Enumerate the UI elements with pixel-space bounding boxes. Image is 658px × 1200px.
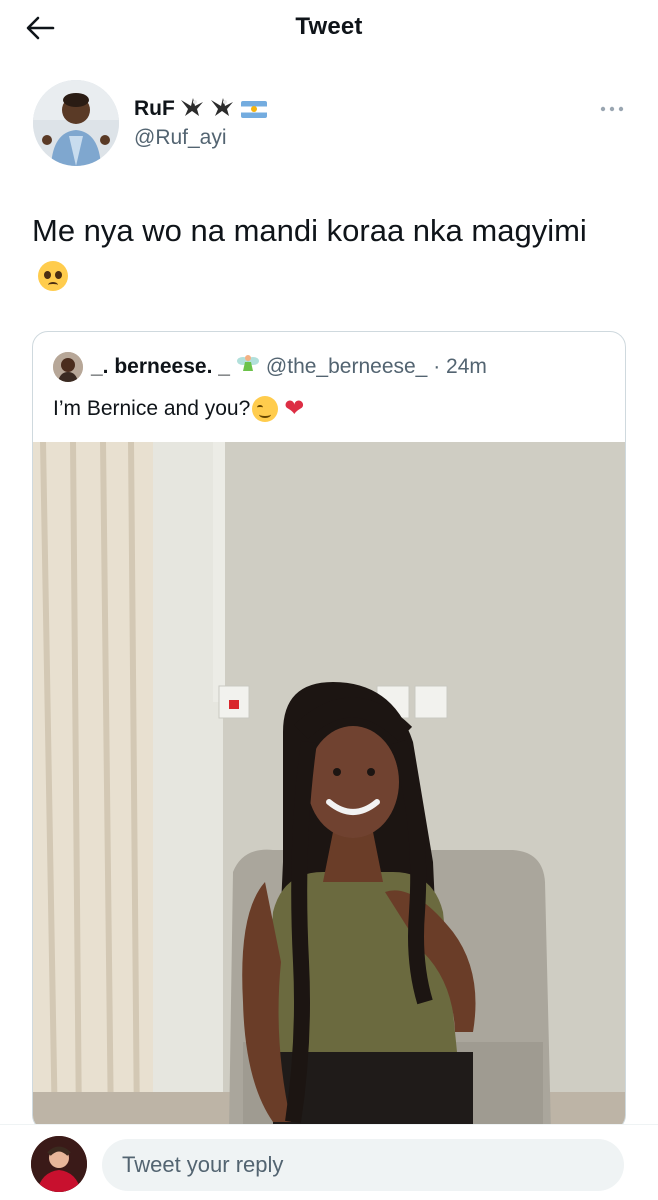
fairy-emoji bbox=[236, 352, 260, 382]
quoted-tweet-photo[interactable] bbox=[33, 442, 625, 1130]
eagle-icon bbox=[179, 96, 205, 122]
user-avatar[interactable] bbox=[31, 1136, 87, 1192]
quoted-tweet-text: I’m Bernice and you? ❤ bbox=[53, 396, 304, 422]
pleading-face-emoji bbox=[38, 261, 68, 291]
argentina-flag-icon bbox=[240, 100, 267, 118]
quoted-author-name[interactable]: _. berneese. _ bbox=[91, 355, 230, 379]
tweet-text: Me nya wo na mandi koraa nka magyimi bbox=[32, 208, 622, 300]
quoted-tweet-header: _. berneese. _ @the_berneese_ · 24m bbox=[53, 352, 487, 382]
quoted-tweet-body: I’m Bernice and you? bbox=[53, 397, 251, 420]
reply-bar bbox=[0, 1124, 658, 1200]
photo-woman-seated bbox=[33, 442, 625, 1130]
more-options-button[interactable] bbox=[600, 100, 624, 116]
author-name[interactable]: RuF bbox=[134, 97, 175, 121]
quoted-tweet[interactable]: _. berneese. _ @the_berneese_ · 24m I’m … bbox=[32, 331, 626, 1131]
author-avatar[interactable] bbox=[33, 80, 119, 166]
more-dots-icon bbox=[600, 106, 624, 112]
tweet-body: Me nya wo na mandi koraa nka magyimi bbox=[32, 213, 587, 248]
eagle-icon bbox=[209, 96, 235, 122]
quoted-handle-time: @the_berneese_ · 24m bbox=[265, 355, 487, 378]
smiling-face-emoji bbox=[252, 396, 279, 422]
avatar-photo bbox=[33, 80, 119, 166]
red-heart-emoji: ❤ bbox=[284, 395, 305, 422]
quoted-author-avatar[interactable] bbox=[53, 352, 83, 382]
top-bar: Tweet bbox=[0, 0, 658, 56]
reply-input[interactable] bbox=[102, 1139, 624, 1191]
page-title: Tweet bbox=[295, 13, 363, 40]
author-handle[interactable]: @Ruf_ayi bbox=[134, 126, 227, 150]
author-name-row[interactable]: RuF bbox=[134, 96, 267, 122]
